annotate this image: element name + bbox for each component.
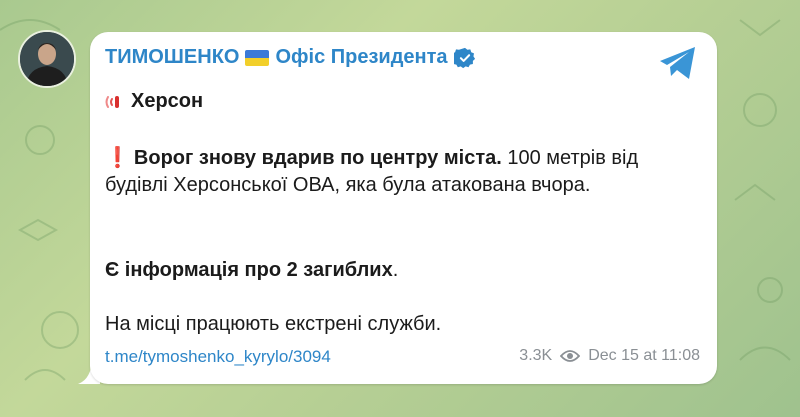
- avatar[interactable]: [18, 30, 76, 88]
- message-meta: 3.3K Dec 15 at 11:08: [519, 347, 700, 365]
- verified-badge-icon: [453, 47, 475, 68]
- eye-icon: [560, 350, 581, 362]
- red-exclamation-icon: ❗: [105, 147, 130, 169]
- message-paragraph-3: На місці працюють екстрені служби.: [105, 313, 442, 335]
- author-name: ТИМОШЕНКО: [105, 46, 240, 68]
- ukraine-flag-icon: [245, 49, 270, 66]
- view-count: 3.3K: [519, 347, 553, 364]
- message-author[interactable]: ТИМОШЕНКО Офіс Президента: [105, 46, 476, 69]
- message-paragraph-1: ❗ Ворог знову вдарив по центру міста. 100…: [105, 145, 695, 199]
- paragraph-1-bold: Ворог знову вдарив по центру міста.: [133, 147, 502, 169]
- paragraph-2-bold: Є інформація про 2 загиблих: [105, 259, 393, 281]
- message-city-line: Херсон: [105, 88, 203, 115]
- siren-icon: [105, 95, 119, 108]
- city-name: Херсон: [131, 90, 204, 112]
- message-paragraph-2: Є інформація про 2 загиблих.: [105, 257, 398, 284]
- post-link[interactable]: t.me/tymoshenko_kyrylo/3094: [105, 347, 331, 367]
- paragraph-2-rest: .: [392, 259, 399, 281]
- avatar-image: [20, 32, 74, 86]
- message-footer: t.me/tymoshenko_kyrylo/3094 3.3K Dec 15 …: [105, 347, 700, 371]
- author-suffix: Офіс Президента: [275, 46, 448, 68]
- timestamp: Dec 15 at 11:08: [588, 347, 700, 364]
- telegram-share-icon[interactable]: [657, 44, 699, 82]
